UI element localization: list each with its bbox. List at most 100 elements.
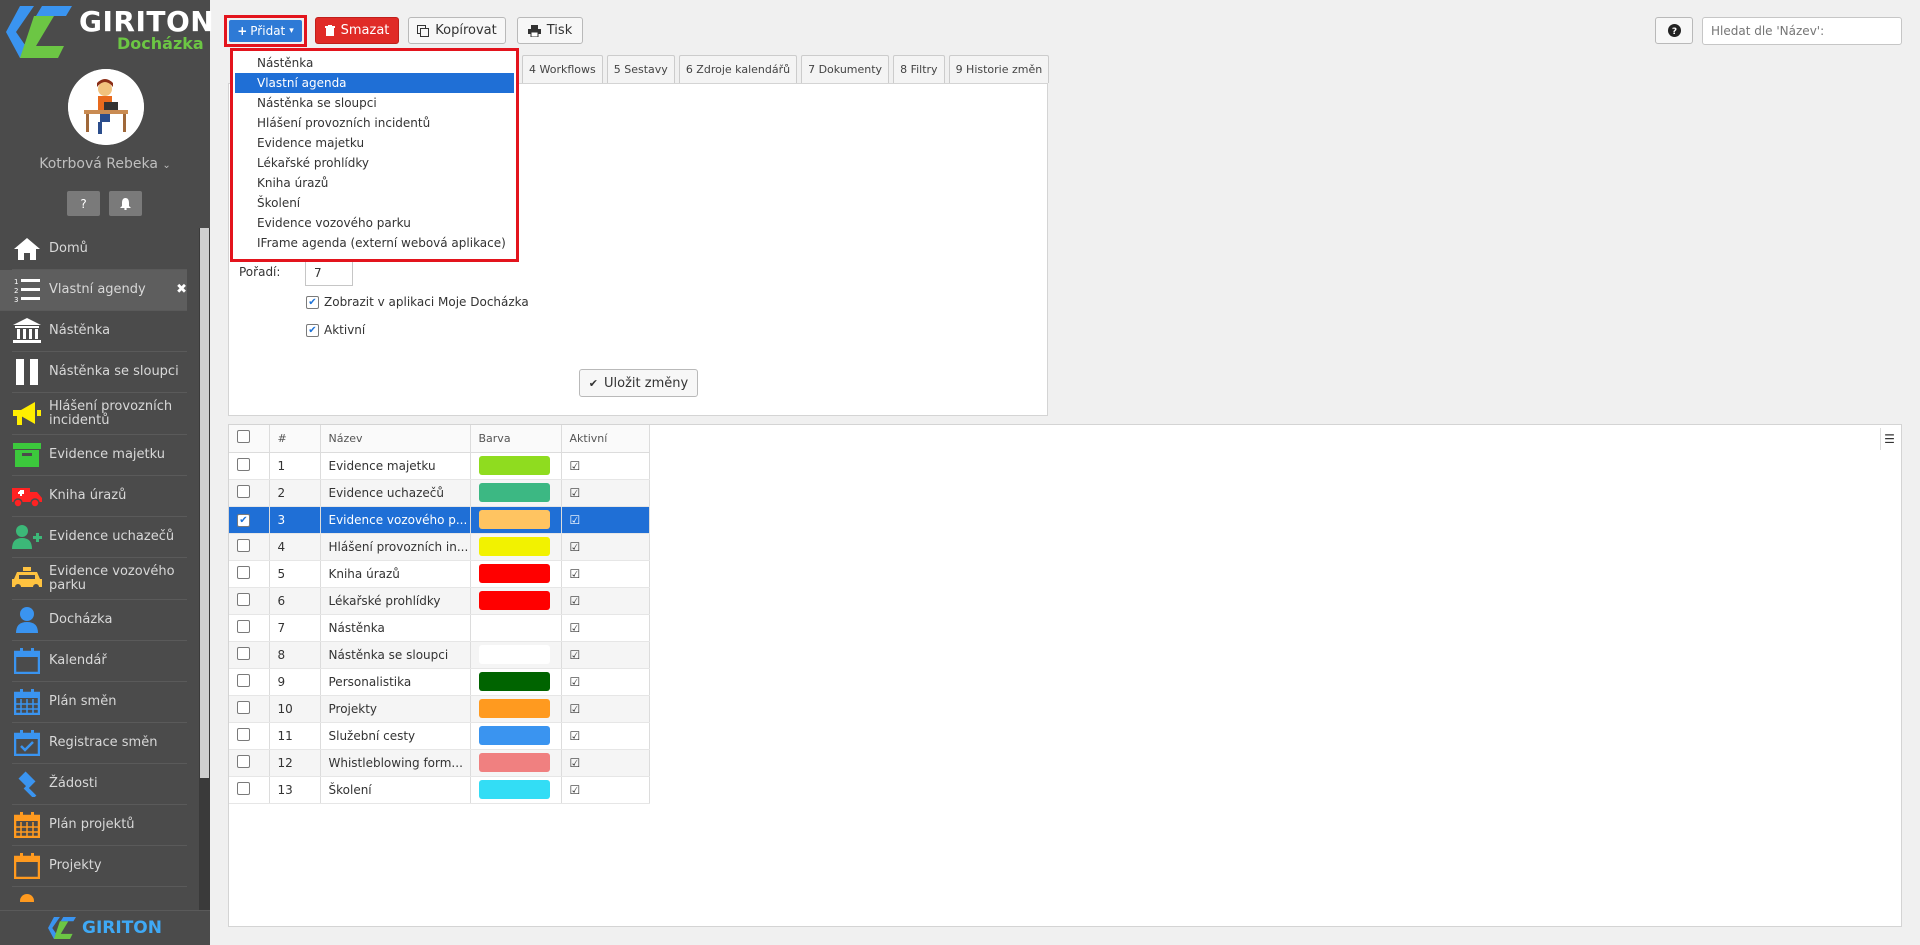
delete-button[interactable]: Smazat: [315, 17, 399, 44]
sidebar-scrollbar[interactable]: [199, 228, 210, 911]
row-select-cell[interactable]: [229, 668, 270, 696]
sidebar-item-assets[interactable]: Evidence majetku: [12, 435, 187, 476]
row-select-cell[interactable]: [229, 614, 270, 642]
row-checkbox[interactable]: [237, 484, 250, 498]
sidebar-item-custom-agendas[interactable]: 123 Vlastní agendy ✖: [0, 270, 187, 311]
table-row[interactable]: 5 Kniha úrazů ☑: [229, 560, 650, 588]
grid-options-button[interactable]: ☰: [1880, 428, 1898, 450]
print-button[interactable]: Tisk: [517, 17, 583, 44]
row-checkbox[interactable]: [237, 538, 250, 552]
column-header-number[interactable]: #: [269, 425, 321, 453]
row-checkbox[interactable]: [237, 754, 250, 768]
tab-calendar-sources[interactable]: 6 Zdroje kalendářů: [678, 55, 798, 83]
row-select-cell[interactable]: [229, 749, 270, 777]
table-row[interactable]: ✔ 3 Evidence vozového p... ☑: [229, 506, 650, 534]
tab-documents[interactable]: 7 Dokumenty: [801, 55, 890, 83]
column-header-color[interactable]: Barva: [470, 425, 562, 453]
close-icon[interactable]: ✖: [176, 282, 187, 297]
sidebar-item-incidents[interactable]: Hlášení provozních incidentů: [12, 393, 187, 435]
sidebar-item-shift-registration[interactable]: Registrace směn: [12, 723, 187, 764]
table-row[interactable]: 4 Hlášení provozních in... ☑: [229, 533, 650, 561]
tab-workflows[interactable]: 4 Workflows: [522, 55, 603, 83]
add-menu-item-training[interactable]: Školení: [235, 193, 514, 213]
sidebar-item-project-plan[interactable]: Plán projektů: [12, 805, 187, 846]
row-checkbox[interactable]: [237, 619, 250, 633]
add-menu-item-assets[interactable]: Evidence majetku: [235, 133, 514, 153]
row-checkbox[interactable]: [237, 457, 250, 471]
table-row[interactable]: 6 Lékařské prohlídky ☑: [229, 587, 650, 615]
notifications-button[interactable]: [109, 191, 142, 216]
help-button[interactable]: ?: [67, 191, 100, 216]
column-header-name[interactable]: Název: [320, 425, 471, 453]
tab-filters[interactable]: 8 Filtry: [893, 55, 945, 83]
table-row[interactable]: 8 Nástěnka se sloupci ☑: [229, 641, 650, 669]
row-checkbox[interactable]: [237, 673, 250, 687]
user-menu[interactable]: Kotrbová Rebeka ⌄: [0, 156, 210, 172]
row-checkbox[interactable]: ✔: [237, 514, 250, 527]
table-row[interactable]: 13 Školení ☑: [229, 776, 650, 804]
row-checkbox[interactable]: [237, 592, 250, 606]
app-logo[interactable]: GIRITON Docházka: [0, 0, 214, 62]
show-in-app-checkbox[interactable]: ✔: [306, 295, 319, 309]
sidebar-item-calendar[interactable]: Kalendář: [12, 641, 187, 682]
add-menu-item-fleet[interactable]: Evidence vozového parku: [235, 213, 514, 233]
row-select-cell[interactable]: [229, 695, 270, 723]
add-menu-item-board[interactable]: Nástěnka: [235, 53, 514, 73]
add-menu-item-injuries[interactable]: Kniha úrazů: [235, 173, 514, 193]
add-menu-item-incidents[interactable]: Hlášení provozních incidentů: [235, 113, 514, 133]
sidebar-item-shift-plan[interactable]: Plán směn: [12, 682, 187, 723]
row-select-cell[interactable]: [229, 722, 270, 750]
copy-button[interactable]: Kopírovat: [408, 17, 506, 44]
row-checkbox[interactable]: [237, 646, 250, 660]
row-checkbox[interactable]: [237, 727, 250, 741]
search-input[interactable]: [1702, 17, 1902, 45]
row-select-cell[interactable]: [229, 560, 270, 588]
select-all-header[interactable]: [229, 425, 270, 453]
row-select-cell[interactable]: [229, 479, 270, 507]
row-select-cell[interactable]: [229, 533, 270, 561]
row-checkbox[interactable]: [237, 565, 250, 579]
sidebar-item-board[interactable]: Nástěnka: [12, 311, 187, 352]
add-menu-item-board-columns[interactable]: Nástěnka se sloupci: [235, 93, 514, 113]
sidebar-item-board-columns[interactable]: Nástěnka se sloupci: [12, 352, 187, 393]
tab-history[interactable]: 9 Historie změn: [948, 55, 1050, 83]
sidebar-item-attendance[interactable]: Docházka: [12, 600, 187, 641]
save-button[interactable]: ✔ Uložit změny: [579, 369, 698, 397]
show-in-app-row[interactable]: ✔ Zobrazit v aplikaci Moje Docházka: [306, 295, 529, 309]
sidebar-item-projects[interactable]: Projekty: [12, 846, 187, 887]
add-menu-item-custom-agenda[interactable]: Vlastní agenda: [235, 73, 514, 93]
table-row[interactable]: 9 Personalistika ☑: [229, 668, 650, 696]
order-input[interactable]: 7: [305, 260, 353, 286]
sidebar-item-fleet[interactable]: Evidence vozového parku: [12, 558, 187, 600]
row-select-cell[interactable]: ✔: [229, 506, 270, 534]
sidebar-item-home[interactable]: Domů: [12, 229, 187, 270]
row-select-cell[interactable]: [229, 776, 270, 804]
scrollbar-thumb[interactable]: [200, 228, 209, 778]
add-button[interactable]: + Přidat ▾: [229, 20, 302, 42]
table-row[interactable]: 11 Služební cesty ☑: [229, 722, 650, 750]
help-button[interactable]: ?: [1655, 17, 1693, 44]
row-select-cell[interactable]: [229, 452, 270, 480]
column-header-active[interactable]: Aktivní: [561, 425, 650, 453]
add-menu-item-medical[interactable]: Lékařské prohlídky: [235, 153, 514, 173]
sidebar-item-requests[interactable]: Žádosti: [12, 764, 187, 805]
active-checkbox[interactable]: ✔: [306, 323, 319, 337]
row-select-cell[interactable]: [229, 641, 270, 669]
avatar[interactable]: [68, 69, 144, 145]
sidebar-item-partial[interactable]: [12, 887, 187, 902]
table-row[interactable]: 10 Projekty ☑: [229, 695, 650, 723]
table-row[interactable]: 2 Evidence uchazečů ☑: [229, 479, 650, 507]
sidebar-item-injuries[interactable]: Kniha úrazů: [12, 476, 187, 517]
table-row[interactable]: 7 Nástěnka ☑: [229, 614, 650, 642]
active-row[interactable]: ✔ Aktivní: [306, 323, 365, 337]
add-menu-item-iframe[interactable]: IFrame agenda (externí webová aplikace): [235, 233, 514, 253]
select-all-checkbox[interactable]: [237, 430, 250, 444]
row-checkbox[interactable]: [237, 700, 250, 714]
row-checkbox[interactable]: [237, 781, 250, 795]
tab-reports[interactable]: 5 Sestavy: [606, 55, 675, 83]
table-row[interactable]: 12 Whistleblowing form... ☑: [229, 749, 650, 777]
row-select-cell[interactable]: [229, 587, 270, 615]
table-row[interactable]: 1 Evidence majetku ☑: [229, 452, 650, 480]
sidebar-item-candidates[interactable]: Evidence uchazečů: [12, 517, 187, 558]
add-button-label: Přidat: [250, 24, 286, 38]
